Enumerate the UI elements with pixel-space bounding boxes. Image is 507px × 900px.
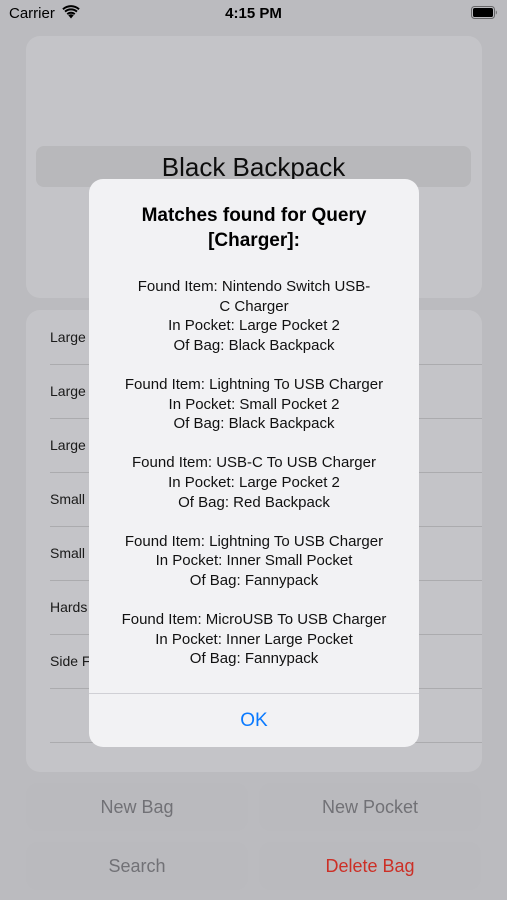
bag-text: Of Bag: Fannypack bbox=[189, 650, 319, 668]
found-item-text: Found Item: Nintendo Switch USB- bbox=[137, 278, 371, 295]
pocket-text: In Pocket: Large Pocket 2 bbox=[168, 473, 340, 491]
found-item-text: Found Item: MicroUSB To USB Charger bbox=[121, 611, 387, 629]
found-item-text: Found Item: Lightning To USB Charger bbox=[124, 375, 384, 393]
pocket-text: In Pocket: Small Pocket 2 bbox=[168, 395, 340, 413]
search-results-alert: Matches found for Query [Charger]: Found… bbox=[89, 179, 419, 747]
pocket-text: In Pocket: Inner Large Pocket bbox=[155, 630, 353, 648]
ok-button[interactable]: OK bbox=[89, 694, 419, 747]
found-item-text: C Charger bbox=[219, 297, 289, 315]
pocket-text: In Pocket: Inner Small Pocket bbox=[155, 552, 353, 570]
match-result: Found Item: Lightning To USB Charger In … bbox=[101, 375, 407, 434]
bag-text: Of Bag: Black Backpack bbox=[173, 336, 335, 354]
pocket-text: In Pocket: Large Pocket 2 bbox=[168, 317, 340, 335]
match-result: Found Item: MicroUSB To USB Charger In P… bbox=[101, 610, 407, 669]
bag-text: Of Bag: Fannypack bbox=[189, 571, 319, 589]
match-result: Found Item: Nintendo Switch USB- C Charg… bbox=[101, 277, 407, 355]
alert-message: Found Item: Nintendo Switch USB- C Charg… bbox=[101, 277, 407, 669]
alert-title-line: Matches found for Query bbox=[141, 205, 367, 226]
bag-text: Of Bag: Red Backpack bbox=[178, 493, 330, 511]
alert-title: Matches found for Query [Charger]: bbox=[105, 203, 403, 253]
alert-title-line: [Charger]: bbox=[208, 230, 300, 251]
match-result: Found Item: USB-C To USB Charger In Pock… bbox=[101, 453, 407, 512]
match-result: Found Item: Lightning To USB Charger In … bbox=[101, 532, 407, 591]
bag-text: Of Bag: Black Backpack bbox=[173, 415, 335, 433]
found-item-text: Found Item: Lightning To USB Charger bbox=[124, 532, 384, 550]
found-item-text: Found Item: USB-C To USB Charger bbox=[132, 454, 376, 472]
